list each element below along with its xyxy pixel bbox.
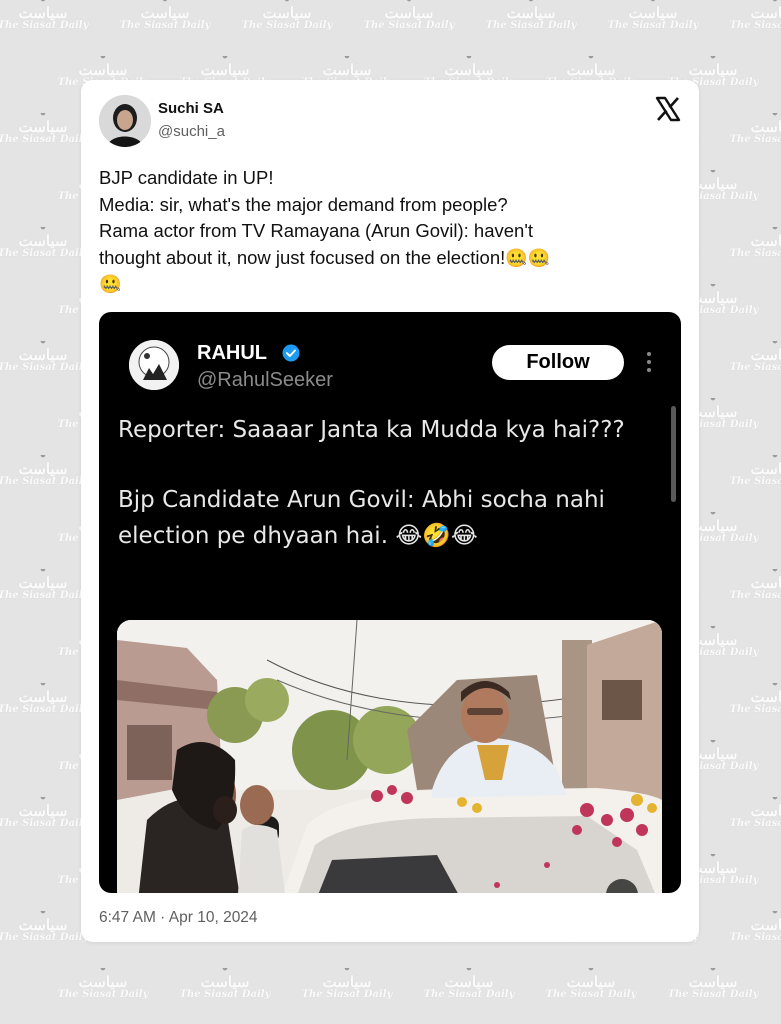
watermark: ◒سیاستThe Siasat Daily bbox=[667, 962, 759, 1001]
tweet-card: Suchi SA @suchi_a BJP candidate in UP! M… bbox=[81, 80, 699, 942]
watermark: ◒سیاستThe Siasat Daily bbox=[0, 0, 89, 32]
zipper-mouth-emoji: 🤐 bbox=[99, 274, 122, 294]
watermark: ◒سیاستThe Siasat Daily bbox=[301, 962, 393, 1001]
embedded-paragraph: Reporter: Saaaar Janta ka Mudda kya hai?… bbox=[118, 417, 625, 443]
watermark: ◒سیاستThe Siasat Daily bbox=[0, 1019, 98, 1024]
tweet-line: Rama actor from TV Ramayana (Arun Govil)… bbox=[99, 220, 533, 241]
tweet-text: BJP candidate in UP! Media: sir, what's … bbox=[99, 165, 679, 298]
watermark: ◒سیاستThe Siasat Daily bbox=[729, 563, 781, 602]
embedded-paragraph-text: Bjp Candidate Arun Govil: Abhi socha nah… bbox=[118, 487, 605, 549]
verified-badge-icon bbox=[282, 344, 300, 362]
watermark: ◒سیاستThe Siasat Daily bbox=[607, 0, 699, 32]
video-thumbnail[interactable] bbox=[117, 620, 662, 893]
watermark: ◒سیاستThe Siasat Daily bbox=[232, 1019, 342, 1024]
watermark: ◒سیاستThe Siasat Daily bbox=[363, 0, 455, 32]
watermark: ◒سیاستThe Siasat Daily bbox=[729, 0, 781, 32]
x-logo-icon[interactable] bbox=[655, 96, 681, 122]
watermark: ◒سیاستThe Siasat Daily bbox=[179, 962, 271, 1001]
tweet-line: Media: sir, what's the major demand from… bbox=[99, 193, 508, 215]
embedded-avatar[interactable] bbox=[129, 340, 179, 390]
embedded-tweet[interactable]: RAHUL @RahulSeeker Follow Reporter: Saaa… bbox=[99, 312, 681, 893]
watermark: ◒سیاستThe Siasat Daily bbox=[354, 1019, 464, 1024]
watermark: ◒سیاستThe Siasat Daily bbox=[729, 449, 781, 488]
watermark: ◒سیاستThe Siasat Daily bbox=[720, 1019, 781, 1024]
embedded-paragraph: Bjp Candidate Arun Govil: Abhi socha nah… bbox=[118, 482, 663, 554]
watermark: ◒سیاستThe Siasat Daily bbox=[57, 962, 149, 1001]
laughing-emojis: 😂🤣😂 bbox=[388, 523, 478, 549]
author-name[interactable]: Suchi SA bbox=[158, 100, 224, 117]
watermark: ◒سیاستThe Siasat Daily bbox=[729, 791, 781, 830]
watermark: ◒سیاستThe Siasat Daily bbox=[598, 1019, 708, 1024]
scrollbar[interactable] bbox=[671, 406, 676, 502]
follow-button[interactable]: Follow bbox=[492, 345, 624, 380]
watermark: ◒سیاستThe Siasat Daily bbox=[729, 905, 781, 944]
avatar[interactable] bbox=[99, 95, 151, 147]
watermark: ◒سیاستThe Siasat Daily bbox=[241, 0, 333, 32]
embedded-author-name[interactable]: RAHUL bbox=[197, 342, 267, 365]
watermark: ◒سیاستThe Siasat Daily bbox=[423, 962, 515, 1001]
tweet-line: BJP candidate in UP! bbox=[99, 167, 274, 188]
embedded-author-handle[interactable]: @RahulSeeker bbox=[197, 369, 333, 392]
watermark: ◒سیاستThe Siasat Daily bbox=[729, 221, 781, 260]
watermark: ◒سیاستThe Siasat Daily bbox=[119, 0, 211, 32]
timestamp[interactable]: 6:47 AM · Apr 10, 2024 bbox=[99, 909, 258, 927]
more-vertical-icon[interactable] bbox=[646, 352, 652, 374]
watermark: ◒سیاستThe Siasat Daily bbox=[485, 0, 577, 32]
watermark: ◒سیاستThe Siasat Daily bbox=[476, 1019, 586, 1024]
tweet-line-text: thought about it, now just focused on th… bbox=[99, 246, 506, 268]
embedded-tweet-text: Reporter: Saaaar Janta ka Mudda kya hai?… bbox=[118, 412, 663, 588]
watermark: ◒سیاستThe Siasat Daily bbox=[729, 107, 781, 146]
watermark: ◒سیاستThe Siasat Daily bbox=[729, 335, 781, 374]
tweet-line: thought about it, now just focused on th… bbox=[99, 245, 679, 272]
watermark: ◒سیاستThe Siasat Daily bbox=[545, 962, 637, 1001]
author-handle[interactable]: @suchi_a bbox=[158, 123, 225, 140]
zipper-mouth-emoji: 🤐🤐 bbox=[505, 247, 551, 268]
watermark: ◒سیاستThe Siasat Daily bbox=[729, 677, 781, 716]
watermark: ◒سیاستThe Siasat Daily bbox=[110, 1019, 220, 1024]
